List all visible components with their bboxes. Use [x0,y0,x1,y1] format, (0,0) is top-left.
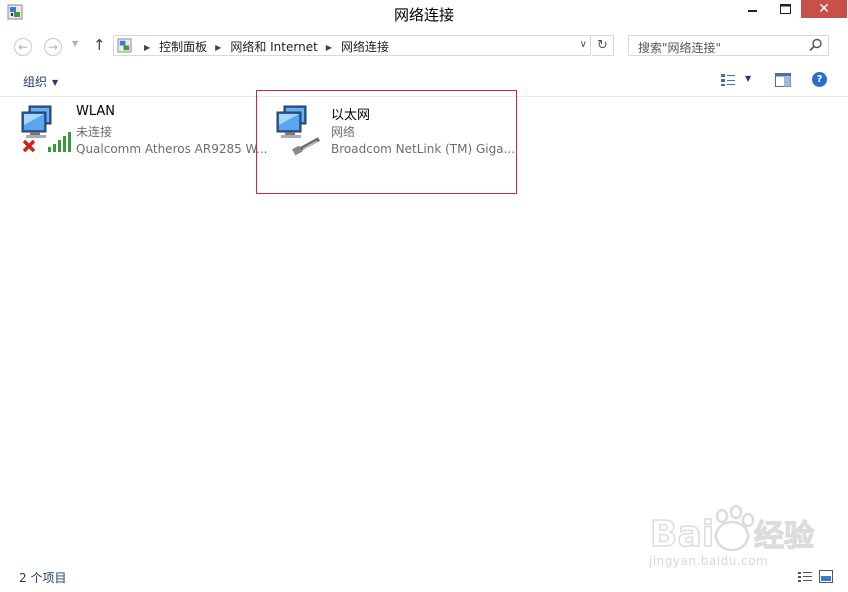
svg-text:经验: 经验 [754,519,814,554]
connection-item-wlan[interactable]: WLAN 未连接 Qualcomm Atheros AR9285 W... [18,103,268,173]
chevron-down-icon: ▼ [52,78,59,87]
breadcrumb-network-connections[interactable]: 网络连接 [341,40,389,54]
search-box[interactable]: 搜索"网络连接" [628,35,829,56]
navigation-bar: ← → ▼ ↑ ▶ 控制面板 ▶ 网络和 Internet ▶ 网络连接 ∨ ↻ 搜索"网… [0,30,848,62]
control-panel-icon [117,38,132,53]
selection-highlight-box [256,90,517,194]
address-bar[interactable]: ▶ 控制面板 ▶ 网络和 Internet ▶ 网络连接 ∨ [113,35,591,56]
breadcrumb-control-panel[interactable]: 控制面板 [159,40,207,54]
breadcrumb-separator-icon[interactable]: ▶ [215,43,221,52]
back-button[interactable]: ← [14,38,32,56]
address-history-dropdown-icon[interactable]: ∨ [580,39,587,50]
help-button[interactable]: ? [812,72,827,87]
up-arrow-icon[interactable]: ↑ [93,36,106,54]
item-count: 2 个项目 [19,571,67,585]
organize-label: 组织 [23,75,48,89]
recent-locations-chevron-icon[interactable]: ▼ [72,39,78,48]
forward-button[interactable]: → [44,38,62,56]
minimize-icon [748,10,757,12]
maximize-icon [779,4,791,14]
breadcrumb: ▶ 控制面板 ▶ 网络和 Internet ▶ 网络连接 [136,38,389,55]
change-view-icon[interactable] [720,73,736,87]
maximize-button[interactable] [770,0,800,18]
window-title: 网络连接 [393,6,454,24]
minimize-button[interactable] [738,0,768,18]
help-icon: ? [816,74,823,85]
large-icons-view-icon[interactable] [819,570,833,583]
connection-status: 未连接 [76,125,113,139]
search-placeholder: 搜索"网络连接" [638,41,722,55]
refresh-button[interactable]: ↻ [592,35,614,56]
wireless-network-disconnected-icon [21,105,71,153]
view-options-chevron-icon[interactable]: ▼ [745,74,751,83]
preview-pane-icon[interactable] [775,73,791,87]
status-bar: 2 个项目 [0,566,848,592]
title-bar: 网络连接 ✕ [0,0,848,27]
details-view-icon[interactable] [798,571,812,583]
close-icon: ✕ [818,1,830,17]
refresh-icon: ↻ [597,38,608,53]
breadcrumb-network-internet[interactable]: 网络和 Internet [230,40,317,54]
breadcrumb-separator-icon[interactable]: ▶ [326,43,332,52]
connection-name: WLAN [76,104,116,119]
search-icon[interactable] [809,38,823,52]
connection-adapter: Qualcomm Atheros AR9285 W... [76,142,268,156]
back-arrow-icon: ← [17,40,29,54]
organize-menu-button[interactable]: 组织 ▼ [23,73,58,90]
close-button[interactable]: ✕ [801,0,847,18]
svg-text:Bai: Bai [650,514,714,555]
forward-arrow-icon: → [47,40,59,54]
breadcrumb-separator-icon[interactable]: ▶ [144,43,150,52]
